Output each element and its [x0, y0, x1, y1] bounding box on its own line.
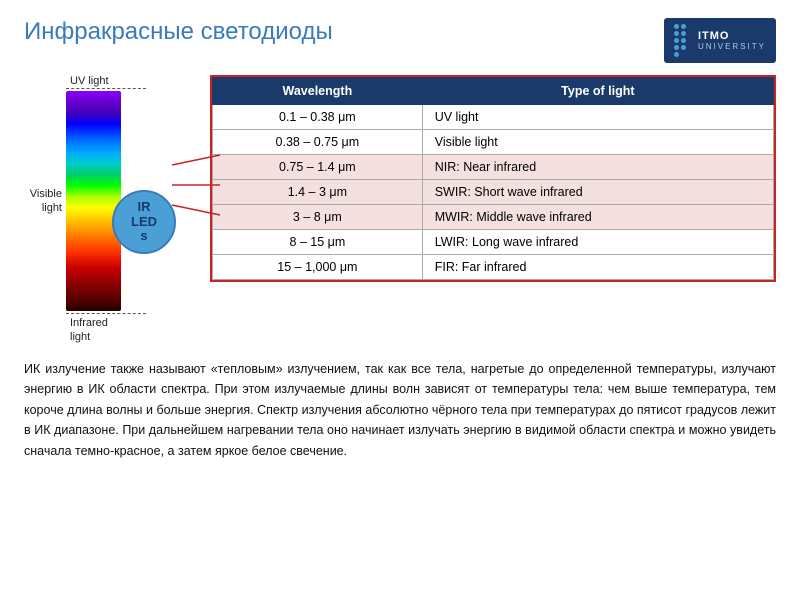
ir-leds-bubble: IRLEDs: [112, 190, 176, 254]
logo-dots-icon: [674, 24, 692, 57]
visible-label: Visiblelight: [30, 187, 62, 216]
main-content: UV light Visiblelight Infraredlight IRLE…: [24, 75, 776, 345]
table-header-row: Wavelength Type of light: [213, 78, 774, 105]
wavelength-cell: 0.75 – 1.4 μm: [213, 155, 423, 180]
visible-label-area: Visiblelight: [24, 187, 62, 216]
logo-subtext: UNIVERSITY: [698, 42, 766, 51]
description-text: ИК излучение также называют «тепловым» и…: [24, 359, 776, 462]
table-row: 0.75 – 1.4 μmNIR: Near infrared: [213, 155, 774, 180]
table-section: Wavelength Type of light 0.1 – 0.38 μmUV…: [210, 75, 776, 287]
wavelength-cell: 1.4 – 3 μm: [213, 180, 423, 205]
itmo-logo: ITMO UNIVERSITY: [664, 18, 776, 63]
type-cell: FIR: Far infrared: [422, 255, 773, 280]
table-row: 1.4 – 3 μmSWIR: Short wave infrared: [213, 180, 774, 205]
table-row: 3 – 8 μmMWIR: Middle wave infrared: [213, 205, 774, 230]
type-cell: UV light: [422, 105, 773, 130]
col-header-type: Type of light: [422, 78, 773, 105]
table-row: 0.1 – 0.38 μmUV light: [213, 105, 774, 130]
table-row: 15 – 1,000 μmFIR: Far infrared: [213, 255, 774, 280]
wavelength-cell: 15 – 1,000 μm: [213, 255, 423, 280]
ir-bubble-text: IRLEDs: [131, 200, 157, 245]
type-cell: Visible light: [422, 130, 773, 155]
spectrum-bar: [66, 91, 121, 311]
wavelength-cell: 8 – 15 μm: [213, 230, 423, 255]
type-cell: SWIR: Short wave infrared: [422, 180, 773, 205]
wavelength-table: Wavelength Type of light 0.1 – 0.38 μmUV…: [212, 77, 774, 280]
spectrum-section: UV light Visiblelight Infraredlight IRLE…: [24, 75, 154, 345]
col-header-wavelength: Wavelength: [213, 78, 423, 105]
infrared-label: Infraredlight: [70, 316, 108, 345]
uv-dashed-line: [66, 88, 146, 89]
page-title: Инфракрасные светодиоды: [24, 18, 333, 46]
wavelength-cell: 3 – 8 μm: [213, 205, 423, 230]
wavelength-cell: 0.1 – 0.38 μm: [213, 105, 423, 130]
table-row: 0.38 – 0.75 μmVisible light: [213, 130, 774, 155]
table-border: Wavelength Type of light 0.1 – 0.38 μmUV…: [210, 75, 776, 282]
wavelength-cell: 0.38 – 0.75 μm: [213, 130, 423, 155]
type-cell: NIR: Near infrared: [422, 155, 773, 180]
ir-dashed-line: [66, 313, 146, 314]
header: Инфракрасные светодиоды ITMO UNIVERSITY: [24, 18, 776, 63]
type-cell: MWIR: Middle wave infrared: [422, 205, 773, 230]
logo-name: ITMO: [698, 30, 766, 42]
table-row: 8 – 15 μmLWIR: Long wave infrared: [213, 230, 774, 255]
type-cell: LWIR: Long wave infrared: [422, 230, 773, 255]
uv-label: UV light: [70, 75, 109, 87]
